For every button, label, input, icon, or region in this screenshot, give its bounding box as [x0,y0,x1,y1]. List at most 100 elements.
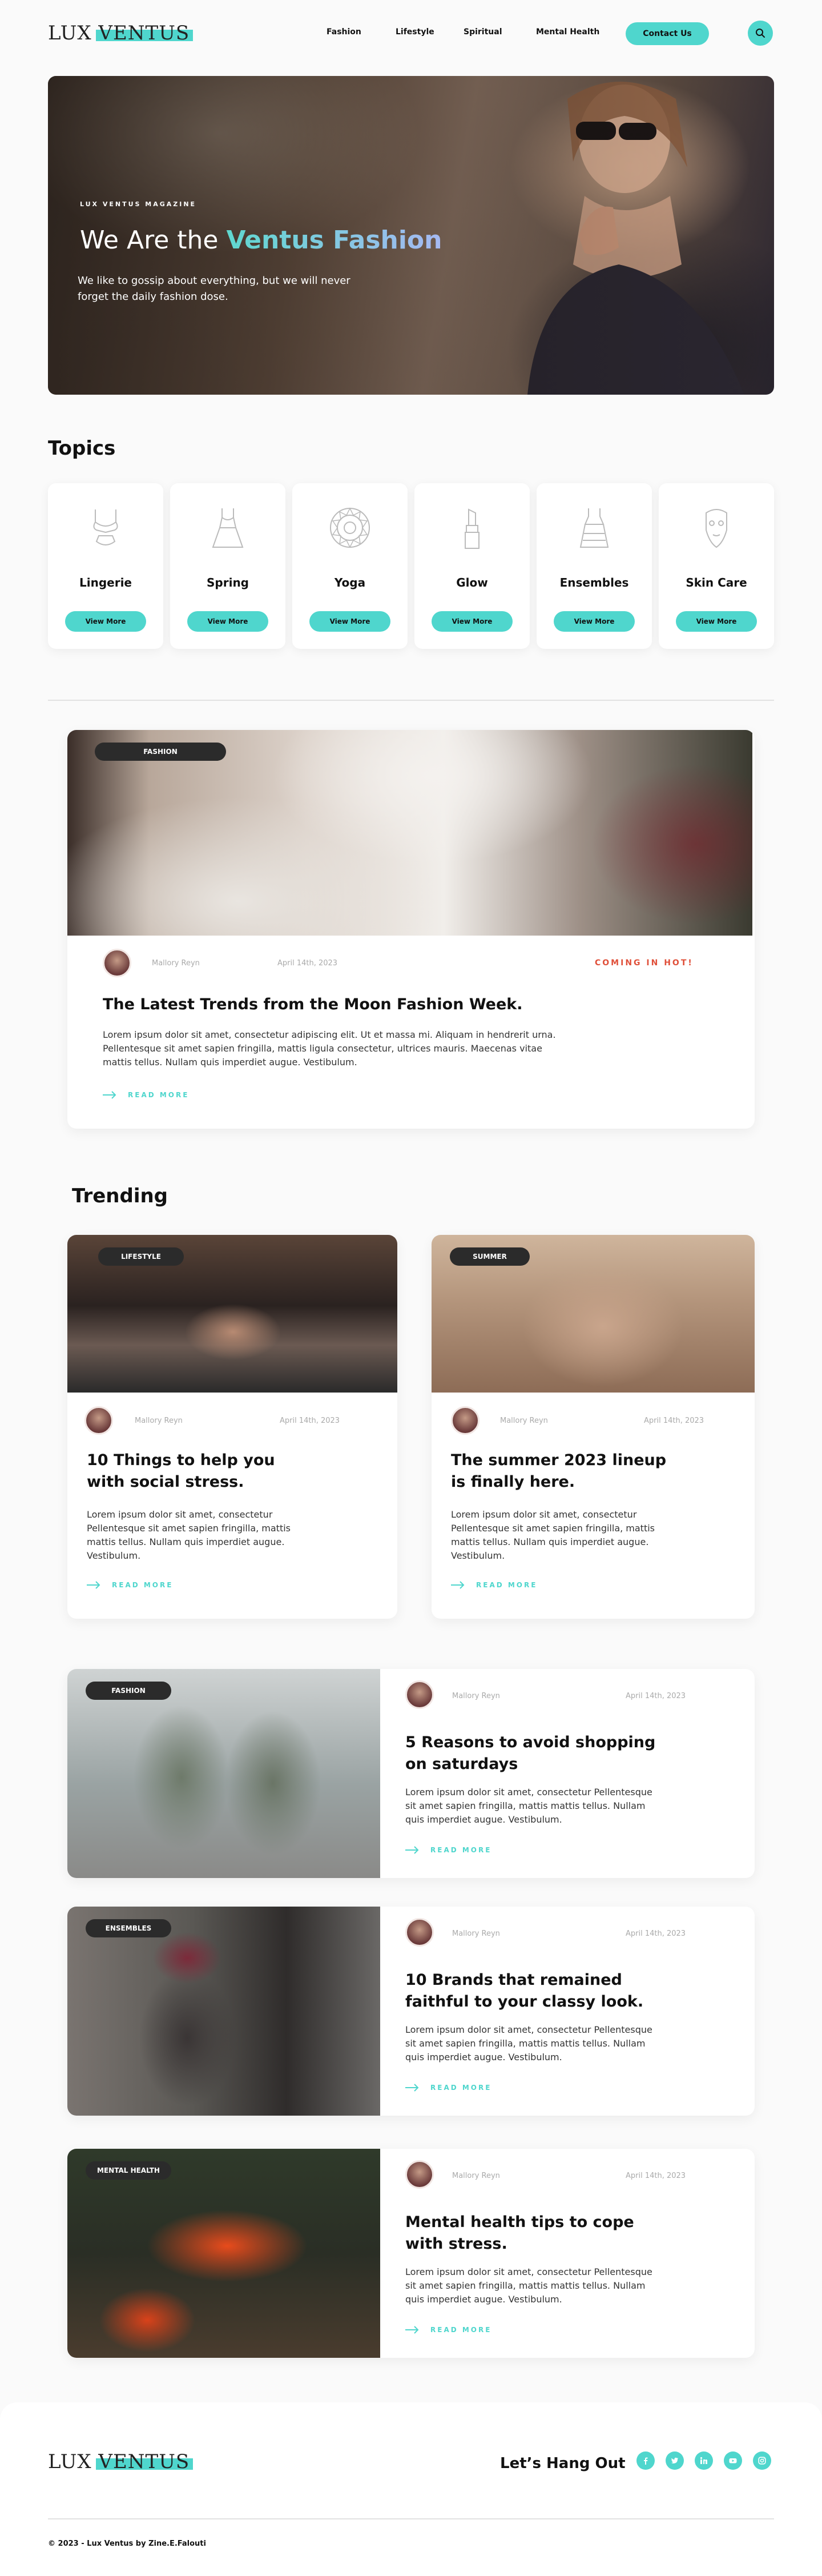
copyright-text: © 2023 - Lux Ventus by Zine.E.Falouti [48,2539,206,2548]
footer-logo[interactable]: LUX VENTUS [48,2450,190,2473]
hero-kicker: LUX VENTUS MAGAZINE [80,200,197,208]
article-title[interactable]: 10 Things to help you with social stress… [87,1450,315,1493]
read-more-link[interactable]: READ MORE [405,1846,491,1854]
read-more-link[interactable]: READ MORE [405,2326,491,2334]
article-title[interactable]: 10 Brands that remained faithful to your… [405,1969,668,2013]
read-more-label: READ MORE [430,2326,492,2334]
article-excerpt: Lorem ipsum dolor sit amet, consectetur … [87,1509,291,1561]
article-card[interactable]: FASHION Mallory Reyn April 14th, 2023 5 … [67,1669,755,1878]
dress-icon [212,508,244,548]
topic-card-ensembles[interactable]: Ensembles View More [537,483,652,649]
read-more-label: READ MORE [430,1846,492,1854]
arrow-right-icon [405,2084,419,2092]
author-avatar [84,1406,113,1435]
author-avatar [103,949,131,977]
read-more-link[interactable]: READ MORE [103,1091,189,1099]
face-mask-icon [706,509,727,548]
coming-in-hot-badge: COMING IN HOT! [595,958,694,968]
category-tag[interactable]: FASHION [95,743,226,761]
lipstick-icon [465,508,480,549]
topic-name: Ensembles [559,576,629,589]
category-tag[interactable]: FASHION [86,1682,171,1700]
read-more-label: READ MORE [476,1581,538,1589]
site-logo[interactable]: LUX VENTUS [48,22,190,45]
contact-us-button[interactable]: Contact Us [626,22,709,45]
article-image-fashion [67,1669,380,1878]
nav-mental-health[interactable]: Mental Health [536,27,599,37]
article-title[interactable]: The Latest Trends from the Moon Fashion … [103,994,674,1016]
logo-text-lux: LUX [48,2450,99,2473]
topic-card-spring[interactable]: Spring View More [170,483,285,649]
twitter-link[interactable] [666,2451,684,2470]
hero-title: We Are the Ventus Fashion [80,226,442,255]
view-more-button[interactable]: View More [187,611,268,632]
article-title[interactable]: The summer 2023 lineup is finally here. [451,1450,679,1493]
logo-text-lux: LUX [48,22,99,45]
post-date: April 14th, 2023 [626,2172,686,2180]
footer-divider [48,2518,774,2519]
facebook-link[interactable] [636,2451,655,2470]
post-date: April 14th, 2023 [280,1417,340,1425]
topic-card-skin-care[interactable]: Skin Care View More [659,483,774,649]
category-tag[interactable]: ENSEMBLES [86,1919,171,1937]
search-button[interactable] [748,21,773,46]
article-title[interactable]: 5 Reasons to avoid shopping on saturdays [405,1732,668,1775]
read-more-label: READ MORE [430,2084,492,2092]
linkedin-link[interactable] [695,2451,713,2470]
article-excerpt: Lorem ipsum dolor sit amet, consectetur … [103,1029,556,1068]
author-name[interactable]: Mallory Reyn [500,1417,548,1425]
logo-text-ventus: VENTUS [98,2450,190,2473]
article-card[interactable]: MENTAL HEALTH Mallory Reyn April 14th, 2… [67,2149,755,2358]
category-tag[interactable]: MENTAL HEALTH [86,2161,171,2180]
outfit-icon [579,508,609,548]
article-card[interactable]: ENSEMBLES Mallory Reyn April 14th, 2023 … [67,1907,755,2116]
youtube-link[interactable] [724,2451,742,2470]
twitter-icon [671,2457,678,2463]
featured-article-card[interactable]: FASHION Mallory Reyn April 14th, 2023 CO… [67,730,755,1129]
site-footer: LUX VENTUS Let’s Hang Out © 2023 - Lux V… [0,2402,822,2576]
read-more-link[interactable]: READ MORE [405,2084,491,2092]
hang-out-heading: Let’s Hang Out [500,2455,626,2472]
topic-card-glow[interactable]: Glow View More [414,483,530,649]
author-name[interactable]: Mallory Reyn [452,1692,500,1700]
view-more-button[interactable]: View More [65,611,146,632]
category-tag[interactable]: LIFESTYLE [98,1247,184,1266]
featured-article-image [67,730,752,936]
arrow-right-icon [87,1581,100,1589]
read-more-label: READ MORE [112,1581,174,1589]
article-excerpt: Lorem ipsum dolor sit amet, consectetur … [405,2266,652,2305]
author-name[interactable]: Mallory Reyn [452,2172,500,2180]
author-avatar [451,1406,480,1435]
author-name[interactable]: Mallory Reyn [152,959,200,968]
view-more-button[interactable]: View More [432,611,513,632]
nav-fashion[interactable]: Fashion [327,27,361,37]
instagram-link[interactable] [753,2451,771,2470]
topic-name: Lingerie [79,576,132,589]
hero-title-lead: We Are the [80,226,227,255]
view-more-button[interactable]: View More [554,611,635,632]
arrow-right-icon [405,1846,419,1854]
topic-name: Spring [207,576,249,589]
nav-lifestyle[interactable]: Lifestyle [396,27,434,37]
nav-spiritual[interactable]: Spiritual [464,27,502,37]
topic-card-yoga[interactable]: Yoga View More [292,483,408,649]
author-avatar [405,1918,434,1947]
article-title[interactable]: Mental health tips to cope with stress. [405,2212,668,2255]
view-more-button[interactable]: View More [676,611,757,632]
author-name[interactable]: Mallory Reyn [135,1417,183,1425]
category-tag[interactable]: SUMMER [450,1247,530,1266]
mandala-icon [330,507,370,548]
read-more-link[interactable]: READ MORE [87,1581,173,1589]
post-date: April 14th, 2023 [277,959,338,968]
trending-card[interactable]: LIFESTYLE Mallory Reyn April 14th, 2023 … [67,1235,397,1619]
hero-banner: LUX VENTUS MAGAZINE We Are the Ventus Fa… [48,76,774,395]
post-date: April 14th, 2023 [626,1692,686,1700]
post-date: April 14th, 2023 [626,1929,686,1938]
trending-card[interactable]: SUMMER Mallory Reyn April 14th, 2023 The… [432,1235,755,1619]
read-more-link[interactable]: READ MORE [451,1581,537,1589]
article-excerpt: Lorem ipsum dolor sit amet, consectetur … [405,1787,652,1825]
author-name[interactable]: Mallory Reyn [452,1929,500,1938]
article-excerpt: Lorem ipsum dolor sit amet, consectetur … [451,1509,655,1561]
view-more-button[interactable]: View More [309,611,390,632]
topic-card-lingerie[interactable]: Lingerie View More [48,483,163,649]
